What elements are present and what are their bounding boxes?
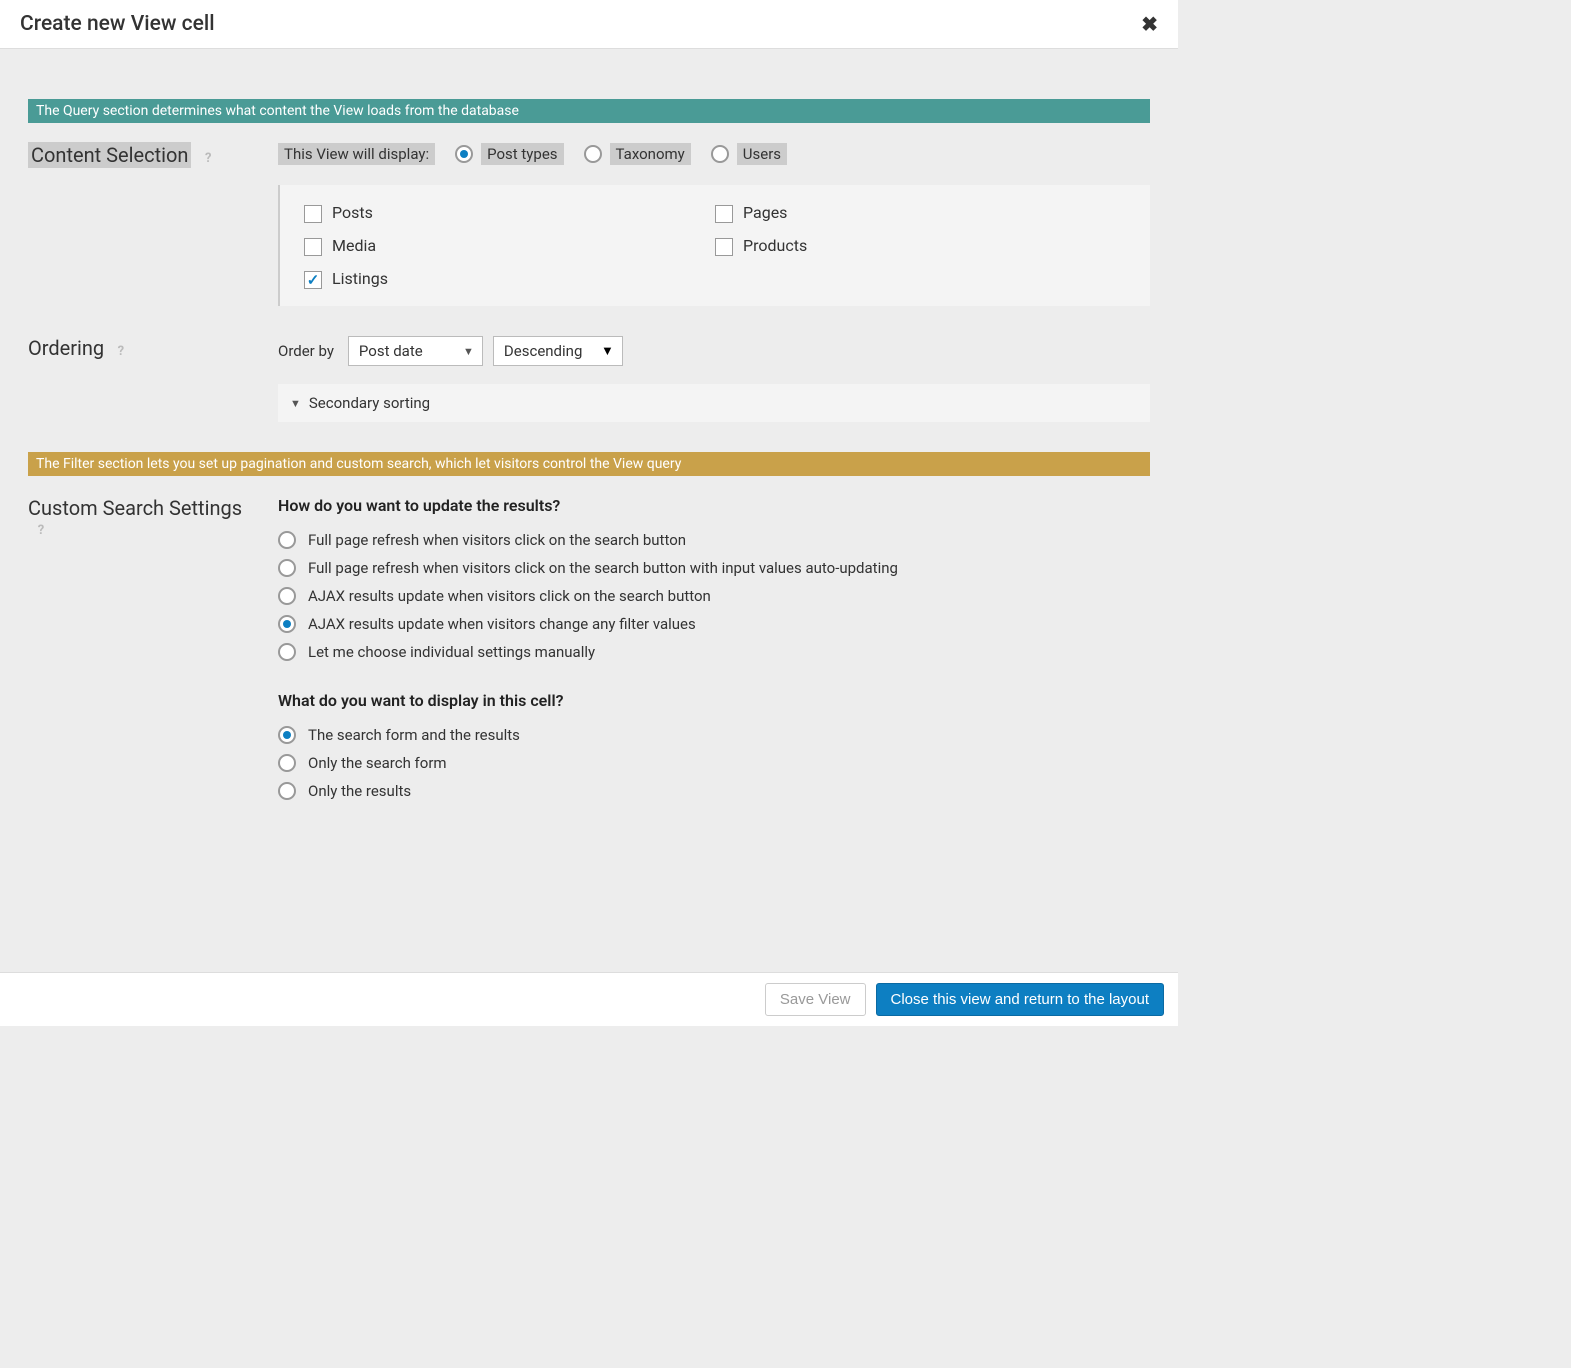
radio-icon[interactable] — [278, 587, 296, 605]
checkbox-icon[interactable] — [715, 238, 733, 256]
radio-taxonomy[interactable]: Taxonomy — [584, 143, 691, 165]
order-direction-select[interactable]: Descending ▼ — [493, 336, 623, 366]
section-content-selection: Content Selection ? This View will displ… — [28, 143, 1150, 306]
modal-footer: Save View Close this view and return to … — [0, 972, 1178, 1026]
checkbox-icon[interactable] — [715, 205, 733, 223]
display-cell-options: The search form and the results Only the… — [278, 726, 1150, 800]
radio-icon[interactable] — [455, 145, 473, 163]
radio-icon[interactable] — [278, 615, 296, 633]
order-by-row: Order by Post date ▼ Descending ▼ — [278, 336, 1150, 366]
radio-icon[interactable] — [278, 782, 296, 800]
modal-title: Create new View cell — [20, 12, 215, 36]
custom-search-heading: Custom Search Settings — [28, 496, 242, 520]
section-custom-search: Custom Search Settings ? How do you want… — [28, 496, 1150, 830]
query-banner: The Query section determines what conten… — [28, 99, 1150, 123]
secondary-sort-toggle[interactable]: ▼ Secondary sorting — [278, 384, 1150, 422]
radio-manual[interactable]: Let me choose individual settings manual… — [278, 643, 1150, 661]
radio-post-types[interactable]: Post types — [455, 143, 563, 165]
radio-label-text: AJAX results update when visitors click … — [308, 587, 711, 605]
modal-body: The Query section determines what conten… — [0, 49, 1178, 932]
chevron-down-icon: ▼ — [601, 343, 614, 359]
ordering-heading: Ordering — [28, 336, 104, 360]
order-by-select[interactable]: Post date ▼ — [348, 336, 483, 366]
display-type-row: This View will display: Post types Taxon… — [278, 143, 1150, 165]
checkbox-icon[interactable] — [304, 271, 322, 289]
radio-label-text: Full page refresh when visitors click on… — [308, 531, 686, 549]
checkbox-pages[interactable]: Pages — [715, 203, 1126, 222]
display-type-label: This View will display: — [278, 143, 435, 165]
radio-icon[interactable] — [711, 145, 729, 163]
checkbox-icon[interactable] — [304, 205, 322, 223]
checkbox-label: Pages — [743, 203, 787, 222]
checkbox-label: Posts — [332, 203, 373, 222]
update-results-question: How do you want to update the results? — [278, 496, 1150, 515]
radio-label-text: Post types — [481, 143, 563, 165]
display-cell-question: What do you want to display in this cell… — [278, 691, 1150, 710]
content-selection-heading: Content Selection — [28, 142, 191, 168]
radio-label-text: Taxonomy — [610, 143, 691, 165]
radio-form-only[interactable]: Only the search form — [278, 754, 1150, 772]
filter-banner: The Filter section lets you set up pagin… — [28, 452, 1150, 476]
checkbox-media[interactable]: Media — [304, 236, 715, 255]
checkbox-label: Listings — [332, 269, 388, 288]
radio-full-refresh[interactable]: Full page refresh when visitors click on… — [278, 531, 1150, 549]
radio-label-text: Users — [737, 143, 787, 165]
radio-full-refresh-auto[interactable]: Full page refresh when visitors click on… — [278, 559, 1150, 577]
radio-label-text: The search form and the results — [308, 726, 520, 744]
caret-down-icon: ▼ — [290, 397, 301, 410]
radio-form-and-results[interactable]: The search form and the results — [278, 726, 1150, 744]
checkbox-products[interactable]: Products — [715, 236, 1126, 255]
section-ordering: Ordering ? Order by Post date ▼ Descendi… — [28, 336, 1150, 422]
radio-icon[interactable] — [278, 754, 296, 772]
select-value: Descending — [504, 342, 582, 360]
radio-icon[interactable] — [278, 559, 296, 577]
radio-label-text: Let me choose individual settings manual… — [308, 643, 595, 661]
checkbox-listings[interactable]: Listings — [304, 269, 715, 288]
radio-label-text: AJAX results update when visitors change… — [308, 615, 696, 633]
modal-header: Create new View cell ✖ — [0, 0, 1178, 49]
update-results-options: Full page refresh when visitors click on… — [278, 531, 1150, 661]
radio-users[interactable]: Users — [711, 143, 787, 165]
radio-icon[interactable] — [278, 643, 296, 661]
order-by-label: Order by — [278, 342, 334, 360]
radio-label-text: Only the search form — [308, 754, 447, 772]
chevron-down-icon: ▼ — [463, 345, 474, 358]
radio-ajax-click[interactable]: AJAX results update when visitors click … — [278, 587, 1150, 605]
checkbox-icon[interactable] — [304, 238, 322, 256]
radio-results-only[interactable]: Only the results — [278, 782, 1150, 800]
checkbox-label: Products — [743, 236, 807, 255]
radio-label-text: Full page refresh when visitors click on… — [308, 559, 898, 577]
radio-ajax-change[interactable]: AJAX results update when visitors change… — [278, 615, 1150, 633]
radio-icon[interactable] — [278, 531, 296, 549]
checkbox-posts[interactable]: Posts — [304, 203, 715, 222]
radio-icon[interactable] — [278, 726, 296, 744]
secondary-sort-label: Secondary sorting — [309, 394, 430, 412]
checkbox-label: Media — [332, 236, 376, 255]
radio-label-text: Only the results — [308, 782, 411, 800]
save-button[interactable]: Save View — [765, 983, 866, 1016]
close-return-button[interactable]: Close this view and return to the layout — [876, 983, 1164, 1016]
help-icon[interactable]: ? — [200, 151, 216, 167]
help-icon[interactable]: ? — [113, 344, 129, 360]
post-types-box: Posts Pages Media Products — [278, 185, 1150, 306]
help-icon[interactable]: ? — [33, 523, 49, 539]
close-icon[interactable]: ✖ — [1141, 12, 1158, 36]
radio-icon[interactable] — [584, 145, 602, 163]
select-value: Post date — [359, 342, 423, 360]
